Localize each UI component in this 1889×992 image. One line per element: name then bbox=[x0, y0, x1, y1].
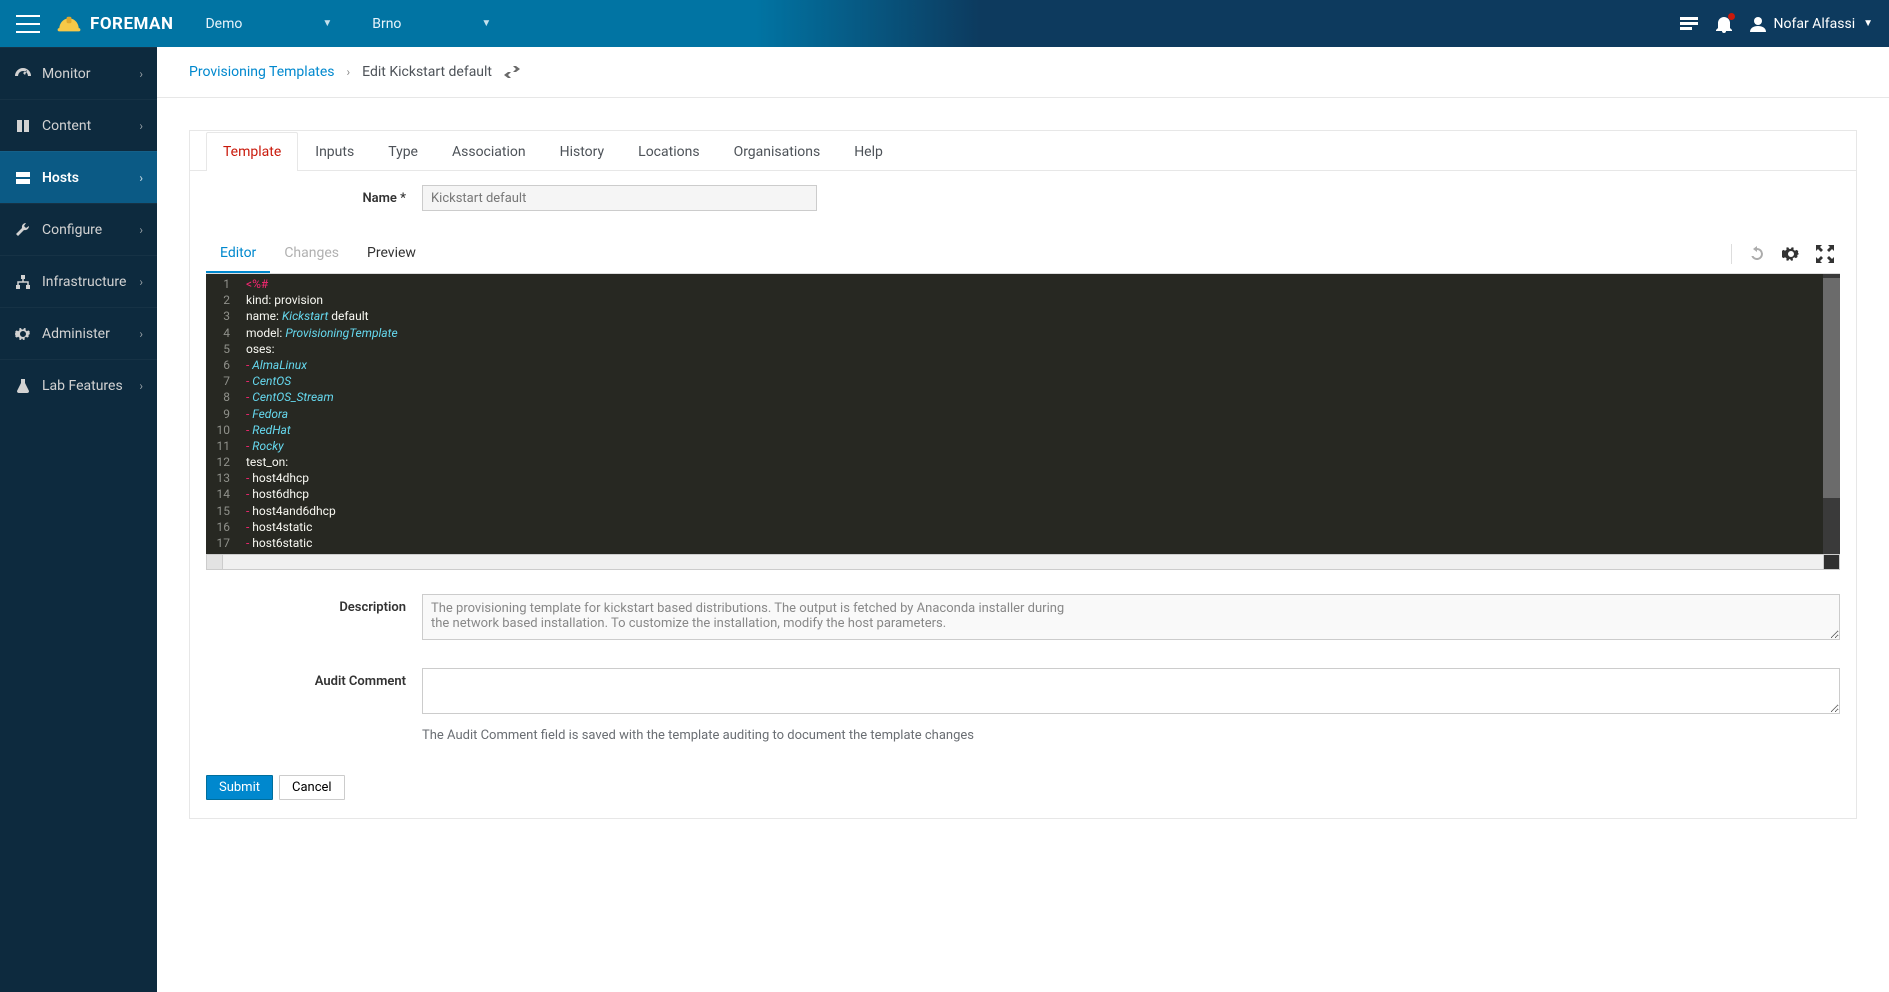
location-label: Brno bbox=[372, 16, 401, 32]
form-actions: Submit Cancel bbox=[190, 757, 1856, 818]
swap-icon[interactable] bbox=[504, 66, 520, 78]
sidebar: Monitor › Content › Hosts › Configure › … bbox=[0, 47, 157, 992]
server-icon bbox=[14, 170, 32, 186]
undo-icon[interactable] bbox=[1748, 245, 1766, 263]
sidebar-item-label: Infrastructure bbox=[42, 274, 126, 290]
hardhat-icon bbox=[56, 13, 82, 35]
sidebar-item-configure[interactable]: Configure › bbox=[0, 203, 157, 255]
description-textarea[interactable] bbox=[422, 594, 1840, 640]
divider bbox=[1731, 244, 1732, 264]
sidebar-item-infrastructure[interactable]: Infrastructure › bbox=[0, 255, 157, 307]
flask-icon bbox=[14, 378, 32, 394]
sidebar-item-label: Monitor bbox=[42, 66, 91, 82]
gear-icon bbox=[14, 326, 32, 342]
sidebar-item-label: Lab Features bbox=[42, 378, 123, 394]
sidebar-item-lab-features[interactable]: Lab Features › bbox=[0, 359, 157, 411]
audit-row: Audit Comment bbox=[190, 654, 1856, 728]
audit-help-text: The Audit Comment field is saved with th… bbox=[422, 728, 974, 743]
tab-association[interactable]: Association bbox=[435, 132, 543, 171]
gauge-icon bbox=[14, 66, 32, 82]
chevron-right-icon: › bbox=[139, 171, 143, 185]
user-menu[interactable]: Nofar Alfassi ▼ bbox=[1750, 16, 1873, 32]
org-label: Demo bbox=[205, 16, 242, 32]
user-name: Nofar Alfassi bbox=[1774, 16, 1856, 32]
location-dropdown[interactable]: Brno ▼ bbox=[364, 16, 499, 32]
tab-inputs[interactable]: Inputs bbox=[298, 132, 371, 171]
editor-tab-preview[interactable]: Preview bbox=[353, 235, 430, 273]
sitemap-icon bbox=[14, 274, 32, 290]
brand-text: FOREMAN bbox=[90, 14, 173, 34]
chevron-right-icon: › bbox=[347, 65, 351, 79]
user-icon bbox=[1750, 16, 1766, 32]
tasks-icon[interactable] bbox=[1680, 17, 1698, 31]
caret-down-icon: ▼ bbox=[481, 18, 491, 29]
chevron-right-icon: › bbox=[139, 223, 143, 237]
breadcrumb-current: Edit Kickstart default bbox=[362, 64, 492, 80]
caret-down-icon: ▼ bbox=[322, 18, 332, 29]
wrench-icon bbox=[14, 222, 32, 238]
brand-logo[interactable]: FOREMAN bbox=[56, 13, 173, 35]
fullscreen-icon[interactable] bbox=[1816, 245, 1834, 263]
sidebar-item-administer[interactable]: Administer › bbox=[0, 307, 157, 359]
chevron-right-icon: › bbox=[139, 275, 143, 289]
org-dropdown[interactable]: Demo ▼ bbox=[197, 16, 340, 32]
book-icon bbox=[14, 118, 32, 134]
breadcrumb: Provisioning Templates › Edit Kickstart … bbox=[157, 47, 1889, 98]
code-editor[interactable]: 1234567891011121314151617181920212223242… bbox=[206, 274, 1840, 554]
sidebar-item-label: Administer bbox=[42, 326, 110, 342]
template-card: Template Inputs Type Association History… bbox=[189, 130, 1857, 819]
topbar: FOREMAN Demo ▼ Brno ▼ Nofar Alfassi ▼ bbox=[0, 0, 1889, 47]
name-input[interactable] bbox=[422, 185, 817, 211]
line-gutter: 1234567891011121314151617181920212223242… bbox=[206, 274, 238, 554]
cancel-button[interactable]: Cancel bbox=[279, 775, 345, 800]
editor-tab-editor[interactable]: Editor bbox=[206, 235, 270, 273]
scroll-right-arrow[interactable] bbox=[1823, 555, 1839, 569]
tab-organisations[interactable]: Organisations bbox=[717, 132, 838, 171]
caret-down-icon: ▼ bbox=[1863, 18, 1873, 29]
breadcrumb-parent-link[interactable]: Provisioning Templates bbox=[189, 64, 335, 80]
audit-textarea[interactable] bbox=[422, 668, 1840, 714]
sidebar-item-content[interactable]: Content › bbox=[0, 99, 157, 151]
gear-icon[interactable] bbox=[1782, 245, 1800, 263]
menu-toggle[interactable] bbox=[16, 15, 40, 33]
horizontal-scrollbar[interactable] bbox=[206, 554, 1840, 570]
tab-history[interactable]: History bbox=[543, 132, 622, 171]
scroll-left-arrow[interactable] bbox=[207, 555, 223, 569]
main-tabs: Template Inputs Type Association History… bbox=[190, 131, 1856, 171]
vertical-scrollbar[interactable] bbox=[1823, 274, 1840, 554]
sidebar-item-label: Configure bbox=[42, 222, 102, 238]
description-label: Description bbox=[206, 594, 406, 615]
tab-type[interactable]: Type bbox=[371, 132, 435, 171]
notification-dot bbox=[1728, 13, 1735, 20]
sidebar-item-monitor[interactable]: Monitor › bbox=[0, 47, 157, 99]
main-content: Provisioning Templates › Edit Kickstart … bbox=[157, 47, 1889, 992]
editor-tabs: Editor Changes Preview bbox=[206, 235, 1840, 274]
name-label: Name * bbox=[206, 191, 406, 206]
editor-tab-changes[interactable]: Changes bbox=[270, 235, 353, 273]
sidebar-item-label: Content bbox=[42, 118, 91, 134]
bell-icon[interactable] bbox=[1716, 15, 1732, 33]
sidebar-item-hosts[interactable]: Hosts › bbox=[0, 151, 157, 203]
chevron-right-icon: › bbox=[139, 67, 143, 81]
sidebar-item-label: Hosts bbox=[42, 170, 79, 186]
audit-label: Audit Comment bbox=[206, 668, 406, 689]
tab-template[interactable]: Template bbox=[206, 132, 298, 171]
chevron-right-icon: › bbox=[139, 119, 143, 133]
tab-help[interactable]: Help bbox=[837, 132, 900, 171]
submit-button[interactable]: Submit bbox=[206, 775, 273, 800]
chevron-right-icon: › bbox=[139, 379, 143, 393]
chevron-right-icon: › bbox=[139, 327, 143, 341]
description-row: Description bbox=[190, 580, 1856, 654]
tab-locations[interactable]: Locations bbox=[621, 132, 716, 171]
name-row: Name * bbox=[190, 171, 1856, 225]
code-content[interactable]: <%#kind: provisionname: Kickstart defaul… bbox=[238, 274, 1823, 554]
